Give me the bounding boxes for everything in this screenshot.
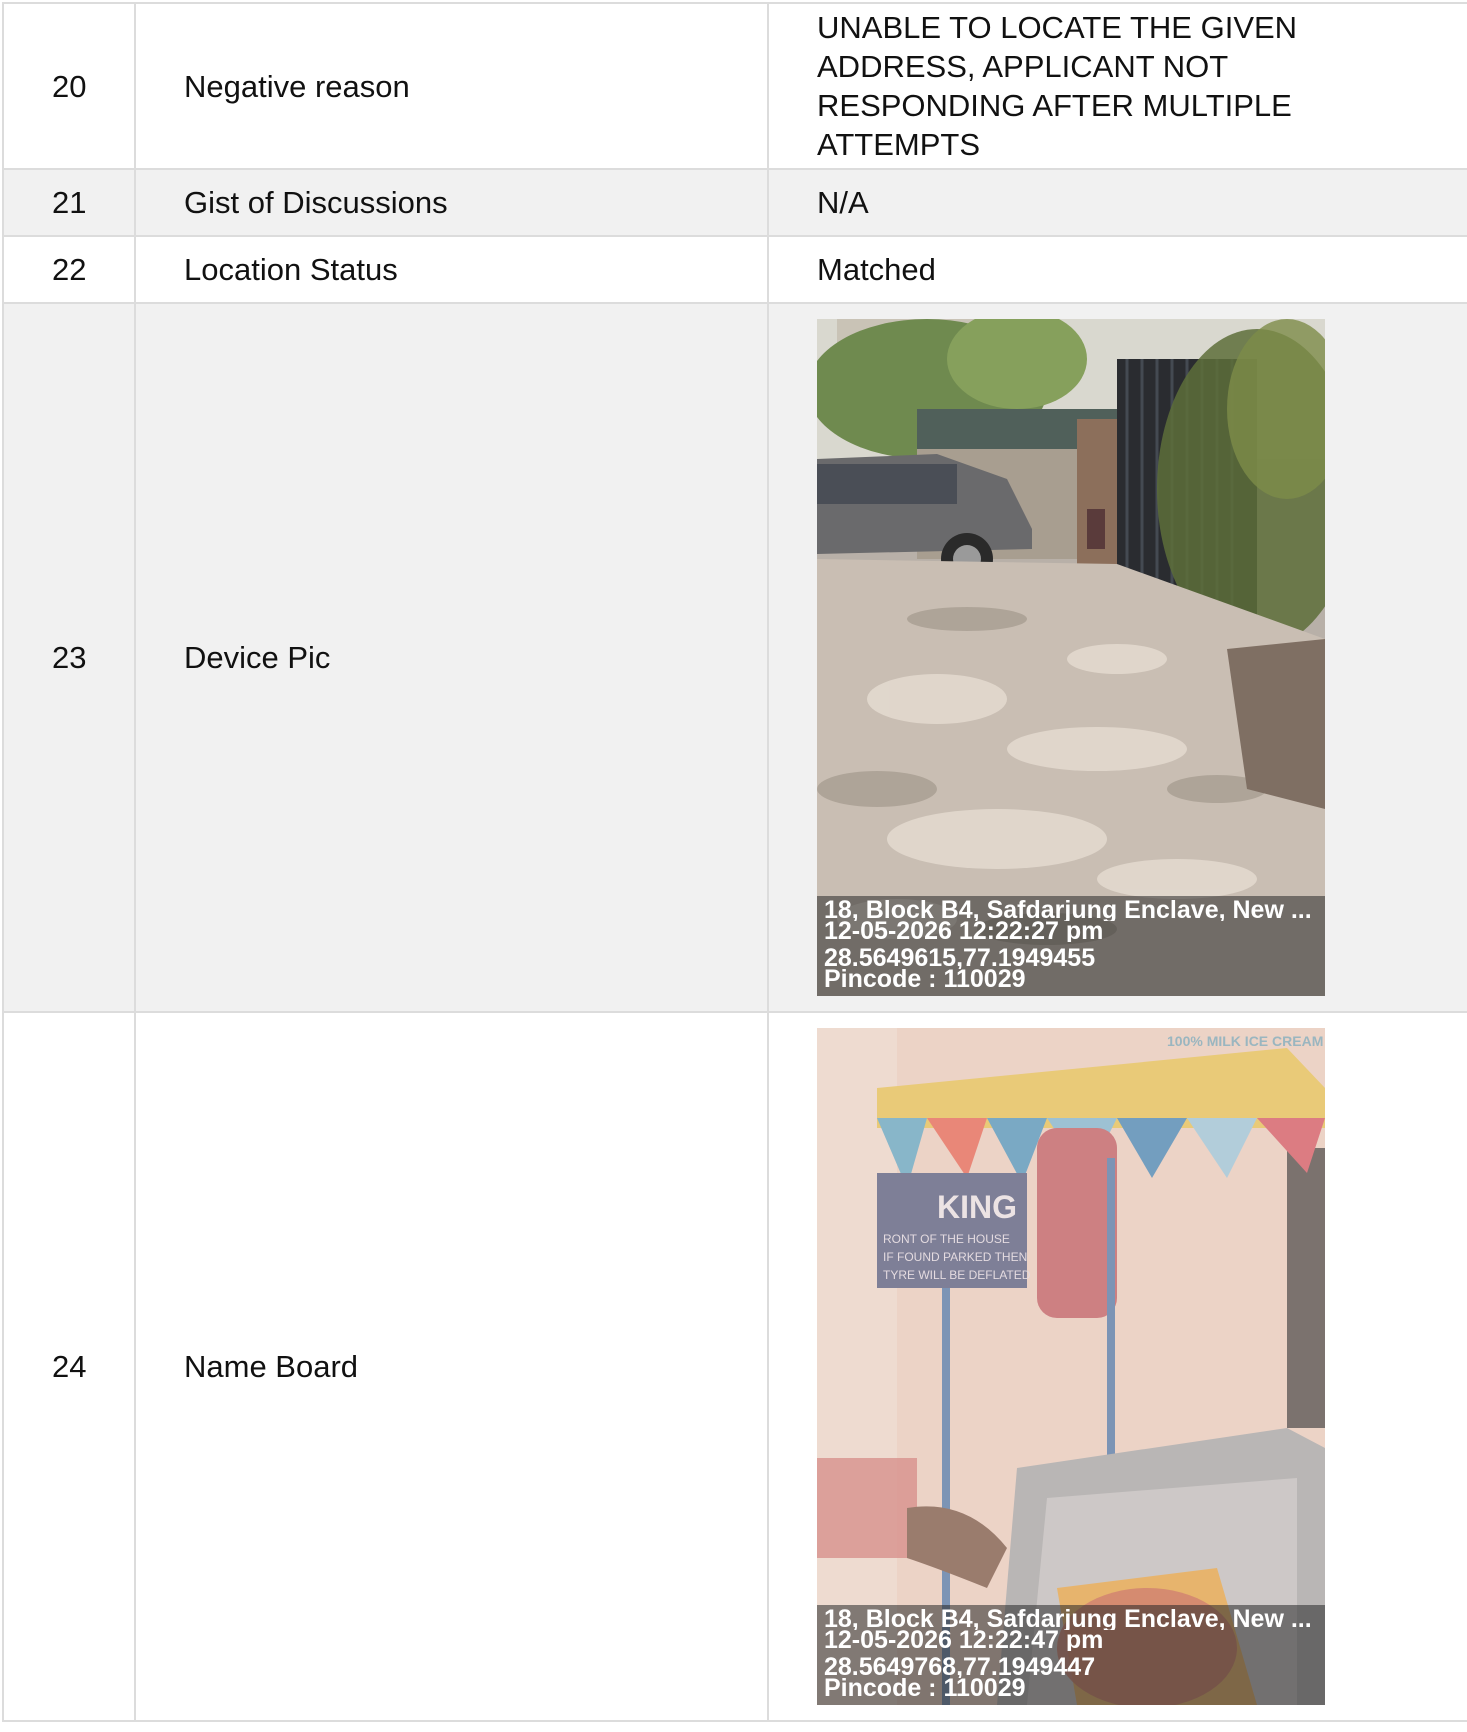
row-value: 100% MILK ICE CREAM KING RONT OF THE HOU… (767, 1011, 1467, 1722)
row-label: Negative reason (134, 2, 769, 170)
row-label: Name Board (134, 1011, 769, 1722)
name-board-photo[interactable]: 100% MILK ICE CREAM KING RONT OF THE HOU… (817, 1028, 1325, 1705)
row-value: UNABLE TO LOCATE THE GIVEN ADDRESS, APPL… (767, 2, 1467, 170)
value-line: ATTEMPTS (817, 127, 981, 162)
row-label: Location Status (134, 235, 769, 304)
photo-geotag-overlay: 18, Block B4, Safdarjung Enclave, New ..… (817, 1605, 1325, 1705)
geotag-coordinates: 28.5649768,77.1949447 (824, 1657, 1096, 1678)
device-photo[interactable]: 18, Block B4, Safdarjung Enclave, New ..… (817, 319, 1325, 996)
value-line: RESPONDING AFTER MULTIPLE (817, 88, 1292, 123)
row-value: Matched (767, 235, 1467, 304)
table-row: 22 Location Status Matched (2, 235, 1467, 304)
row-number: 23 (2, 302, 136, 1013)
table-row: 24 Name Board 100% MILK ICE CREAM KING R… (2, 1011, 1467, 1722)
row-number: 20 (2, 2, 136, 170)
geotag-address: 18, Block B4, Safdarjung Enclave, New ..… (824, 1609, 1312, 1630)
row-label: Gist of Discussions (134, 168, 769, 237)
geotag-pincode: Pincode : 110029 (824, 969, 1026, 990)
table-row: 23 Device Pic 18, Block B4, Safdarjung E… (2, 302, 1467, 1013)
photo-geotag-overlay: 18, Block B4, Safdarjung Enclave, New ..… (817, 896, 1325, 996)
row-number: 22 (2, 235, 136, 304)
row-value: N/A (767, 168, 1467, 237)
row-number: 24 (2, 1011, 136, 1722)
row-number: 21 (2, 168, 136, 237)
row-value: 18, Block B4, Safdarjung Enclave, New ..… (767, 302, 1467, 1013)
driveway-scene-image (817, 319, 1325, 996)
geotag-address: 18, Block B4, Safdarjung Enclave, New ..… (824, 900, 1312, 921)
geotag-datetime: 12-05-2026 12:22:47 pm (824, 1630, 1104, 1651)
table-row: 20 Negative reason UNABLE TO LOCATE THE … (2, 2, 1467, 170)
geotag-pincode: Pincode : 110029 (824, 1678, 1026, 1699)
geotag-coordinates: 28.5649615,77.1949455 (824, 948, 1096, 969)
report-table: 20 Negative reason UNABLE TO LOCATE THE … (2, 2, 1467, 1722)
value-line: ADDRESS, APPLICANT NOT (817, 49, 1229, 84)
table-row: 21 Gist of Discussions N/A (2, 168, 1467, 237)
ice-cream-cart-image: 100% MILK ICE CREAM KING RONT OF THE HOU… (817, 1028, 1325, 1705)
geotag-datetime: 12-05-2026 12:22:27 pm (824, 921, 1104, 942)
value-line: UNABLE TO LOCATE THE GIVEN (817, 10, 1298, 45)
row-label: Device Pic (134, 302, 769, 1013)
